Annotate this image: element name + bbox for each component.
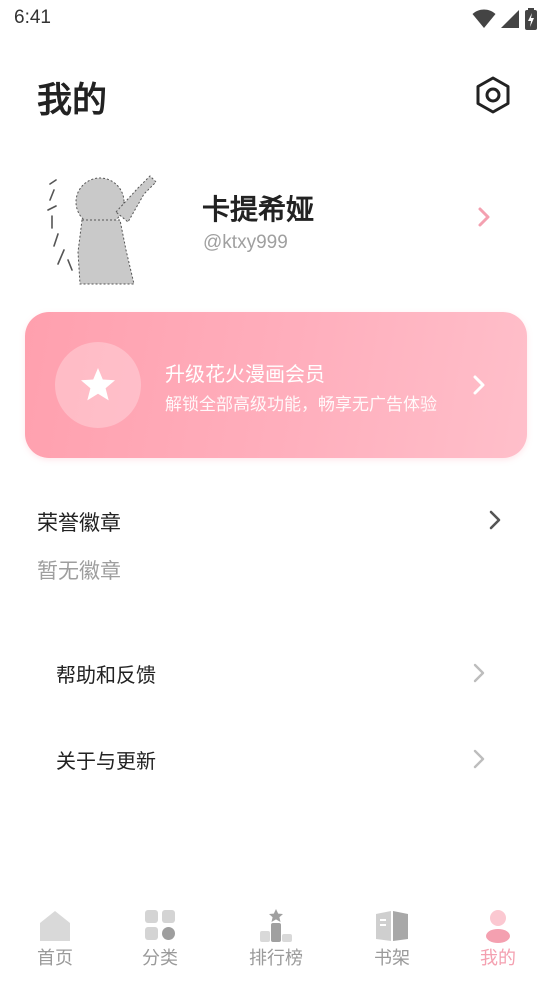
battery-charging-icon (525, 8, 537, 30)
chevron-right-icon (473, 749, 485, 769)
status-bar: 6:41 (0, 0, 552, 40)
nav-label: 我的 (480, 948, 516, 969)
menu-item-label: 关于与更新 (56, 749, 156, 773)
chevron-right-icon (473, 663, 485, 683)
nav-item-ranking[interactable]: 排行榜 (221, 895, 331, 981)
status-time: 6:41 (14, 7, 51, 28)
star-icon (81, 368, 115, 401)
nav-label: 排行榜 (249, 948, 303, 969)
badges-empty-text: 暂无徽章 (37, 559, 121, 583)
badges-title: 荣誉徽章 (37, 511, 121, 535)
page-title: 我的 (37, 81, 108, 121)
gear-hexagon-icon (476, 76, 510, 114)
nav-item-bookshelf[interactable]: 书架 (337, 895, 447, 981)
menu-item-about-update[interactable]: 关于与更新 (0, 730, 552, 790)
profile-row[interactable]: 卡提希娅 @ktxy999 (0, 150, 552, 290)
profile-icon (486, 910, 510, 943)
ranking-podium-icon (260, 909, 292, 942)
nav-item-category[interactable]: 分类 (105, 895, 215, 981)
nav-item-home[interactable]: 首页 (0, 895, 110, 981)
nav-label: 书架 (374, 948, 410, 969)
anime-silhouette-avatar-icon (47, 175, 157, 285)
nav-item-profile[interactable]: 我的 (443, 895, 552, 981)
profile-name: 卡提希娅 (202, 193, 315, 226)
avatar[interactable] (38, 160, 168, 290)
chevron-right-icon (473, 375, 485, 395)
chevron-right-icon[interactable] (486, 509, 504, 531)
bookshelf-icon (376, 911, 408, 941)
wifi-icon (472, 9, 496, 28)
signal-icon (501, 10, 519, 28)
vip-subtitle: 解锁全部高级功能，畅享无广告体验 (165, 395, 437, 415)
honor-badges-section: 荣誉徽章 暂无徽章 (0, 495, 552, 605)
vip-star-badge (55, 342, 141, 428)
status-icons (472, 8, 538, 30)
menu-item-label: 帮助和反馈 (56, 663, 156, 687)
profile-handle: @ktxy999 (203, 232, 288, 253)
vip-title: 升级花火漫画会员 (165, 362, 325, 386)
menu-item-help-feedback[interactable]: 帮助和反馈 (0, 644, 552, 704)
vip-upgrade-banner[interactable]: 升级花火漫画会员 解锁全部高级功能，畅享无广告体验 (25, 312, 527, 458)
chevron-right-icon (478, 207, 490, 227)
home-icon (40, 911, 70, 941)
nav-label: 分类 (142, 948, 178, 969)
category-grid-icon (145, 910, 175, 940)
nav-label: 首页 (37, 948, 73, 969)
settings-button[interactable] (472, 74, 514, 116)
bottom-nav: 首页 分类 排行榜 书架 我的 (0, 895, 552, 981)
